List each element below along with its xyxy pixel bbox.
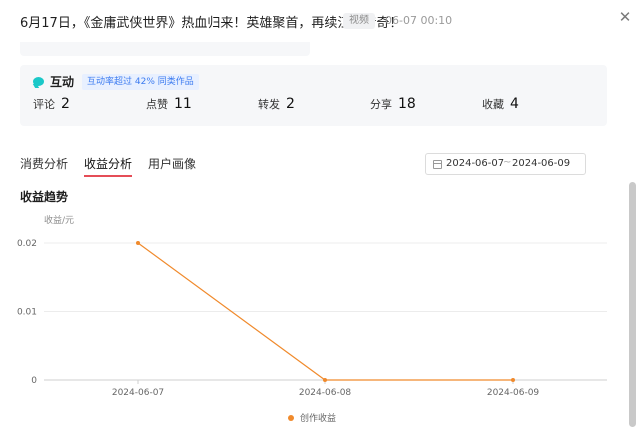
metric-shares: 分享 18 — [370, 96, 416, 112]
date-separator: ~ — [503, 157, 512, 168]
tab-consumption[interactable]: 消费分析 — [20, 155, 68, 177]
metric-value: 2 — [286, 96, 295, 112]
metric-label: 分享 — [370, 98, 392, 111]
tab-label: 消费分析 — [20, 157, 69, 171]
previous-panel-edge — [20, 42, 310, 56]
revenue-trend-chart: 收益/元 0 0.01 0.02 2024-06-07 2024-06-08 2024-… — [17, 214, 607, 424]
metric-label: 转发 — [258, 98, 280, 111]
x-tick-label: 2024-06-08 — [299, 388, 352, 398]
metric-value: 11 — [174, 96, 192, 112]
tab-user-profile[interactable]: 用户画像 — [148, 155, 196, 177]
active-tab-underline — [84, 175, 133, 177]
metric-label: 点赞 — [146, 98, 168, 111]
date-range-picker[interactable]: 2024-06-07 ~ 2024-06-09 — [425, 153, 586, 175]
y-axis-label: 收益/元 — [44, 214, 74, 226]
legend-label[interactable]: 创作收益 — [300, 412, 336, 424]
header: 6月17日，《金庸武侠世界》热血归来！英雄聚首，再续江湖传奇！ 视频 06-07… — [0, 0, 640, 42]
metric-favorites: 收藏 4 — [482, 96, 519, 112]
data-point[interactable] — [323, 378, 327, 382]
close-icon[interactable]: ✕ — [617, 9, 633, 25]
scrollbar[interactable] — [629, 182, 636, 427]
metric-forwards: 转发 2 — [258, 96, 295, 112]
calendar-icon — [433, 160, 442, 169]
data-point[interactable] — [511, 378, 515, 382]
date-end: 2024-06-09 — [512, 158, 571, 169]
type-badge: 视频 — [343, 13, 375, 29]
legend-marker — [288, 415, 294, 421]
metric-value: 2 — [61, 96, 70, 112]
metric-value: 4 — [510, 96, 519, 112]
chat-bubble-icon — [33, 77, 44, 86]
metric-likes: 点赞 11 — [146, 96, 192, 112]
tab-revenue[interactable]: 收益分析 — [84, 155, 133, 177]
interaction-panel: 互动 互动率超过 42% 同类作品 评论 2 点赞 11 转发 2 分享 18 … — [20, 65, 607, 126]
metric-value: 18 — [398, 96, 416, 112]
y-tick-label: 0 — [31, 376, 37, 386]
y-tick-label: 0.02 — [17, 239, 37, 249]
interaction-rate-tag: 互动率超过 42% 同类作品 — [82, 73, 199, 90]
date-start: 2024-06-07 — [446, 158, 505, 169]
metric-label: 评论 — [33, 98, 55, 111]
x-tick-label: 2024-06-09 — [487, 388, 540, 398]
interaction-title: 互动 — [50, 75, 75, 89]
publish-time: 06-07 00:10 — [385, 14, 453, 27]
tab-label: 收益分析 — [84, 157, 133, 171]
data-point[interactable] — [136, 241, 140, 245]
interaction-header: 互动 互动率超过 42% 同类作品 — [33, 73, 199, 90]
metric-comments: 评论 2 — [33, 96, 70, 112]
metric-label: 收藏 — [482, 98, 504, 111]
x-tick-label: 2024-06-07 — [112, 388, 164, 398]
y-tick-label: 0.01 — [17, 308, 37, 318]
tab-label: 用户画像 — [148, 157, 197, 171]
